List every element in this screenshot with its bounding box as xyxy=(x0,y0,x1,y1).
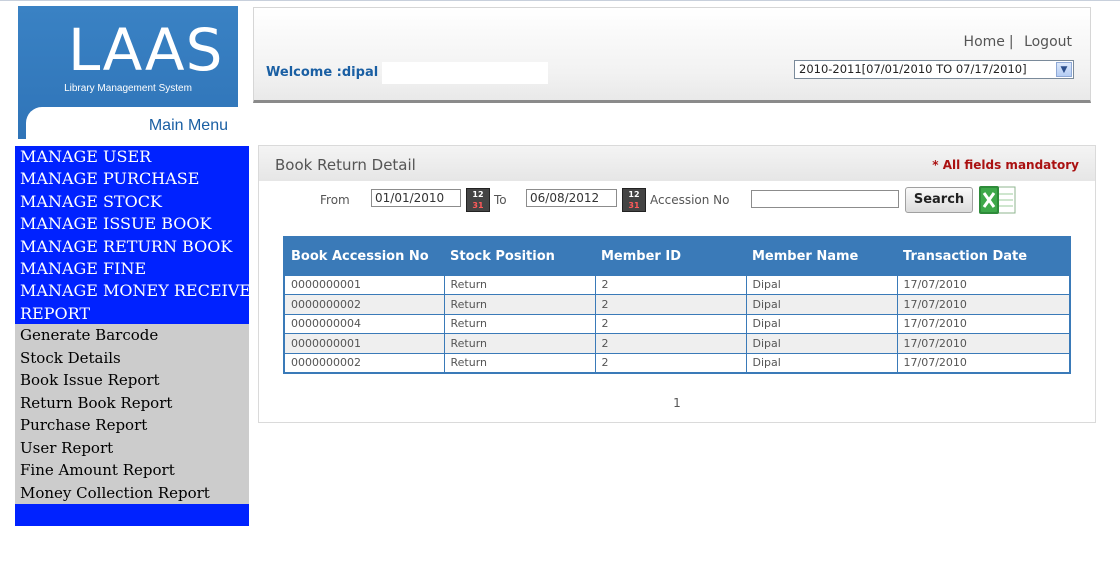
table-row: 0000000001 Return 2 Dipal 17/07/2010 xyxy=(283,333,1071,354)
calendar-icon[interactable]: 12 31 xyxy=(466,188,490,212)
main-menu-label: Main Menu xyxy=(26,107,238,139)
column-header: Member ID xyxy=(595,237,746,275)
table-row: 0000000004 Return 2 Dipal 17/07/2010 xyxy=(283,313,1071,335)
report-item-stock-details[interactable]: Stock Details xyxy=(15,347,249,370)
table-cell: 0000000002 xyxy=(283,352,445,374)
book-return-table: Book Accession No Stock Position Member … xyxy=(283,236,1071,374)
accession-no-input[interactable] xyxy=(751,190,899,208)
report-item-user-report[interactable]: User Report xyxy=(15,437,249,460)
column-header: Stock Position xyxy=(444,237,595,275)
table-cell: Dipal xyxy=(745,274,898,296)
table-cell: Dipal xyxy=(745,294,898,315)
report-item-generate-barcode[interactable]: Generate Barcode xyxy=(15,324,249,347)
sidebar-item-manage-money-receive[interactable]: MANAGE MONEY RECEIVE xyxy=(15,280,251,302)
from-label: From xyxy=(320,193,350,207)
chevron-down-icon[interactable]: ▼ xyxy=(1056,62,1072,77)
table-cell: 2 xyxy=(594,294,747,315)
table-header-row: Book Accession No Stock Position Member … xyxy=(284,237,1070,275)
report-item-fine-amount-report[interactable]: Fine Amount Report xyxy=(15,459,249,482)
column-header: Book Accession No xyxy=(284,237,444,275)
calendar-icon-bottom: 31 xyxy=(628,201,640,210)
table-cell: 2 xyxy=(594,274,747,296)
home-link[interactable]: Home xyxy=(964,34,1005,50)
logo-wordmark: LAAS xyxy=(68,16,224,84)
table-cell: Dipal xyxy=(745,313,898,335)
sidebar-item-manage-stock[interactable]: MANAGE STOCK xyxy=(15,191,249,213)
table-cell: 2 xyxy=(594,352,747,374)
sidebar-item-manage-user[interactable]: MANAGE USER xyxy=(15,146,249,168)
from-date-field[interactable]: 01/01/2010 xyxy=(371,189,461,207)
sidebar-item-report[interactable]: REPORT xyxy=(15,303,249,325)
to-label: To xyxy=(494,193,507,207)
excel-export-icon[interactable] xyxy=(977,185,1017,215)
table-cell: Dipal xyxy=(745,352,898,374)
table-cell: Dipal xyxy=(745,333,898,354)
nav-separator: | xyxy=(1008,34,1014,50)
table-cell: 17/07/2010 xyxy=(896,333,1071,354)
table-cell: 0000000001 xyxy=(283,274,445,296)
book-return-panel: Book Return Detail * All fields mandator… xyxy=(258,145,1096,423)
app-logo[interactable]: LAAS Library Management System Main Menu xyxy=(18,6,238,139)
table-cell: 17/07/2010 xyxy=(896,313,1071,335)
session-selected-value: 2010-2011[07/01/2010 TO 07/17/2010] xyxy=(799,62,1027,76)
report-item-book-issue-report[interactable]: Book Issue Report xyxy=(15,369,249,392)
table-cell: Return xyxy=(443,274,596,296)
table-cell: 0000000001 xyxy=(283,333,445,354)
welcome-message: Welcome :dipal xyxy=(266,65,379,80)
logout-link[interactable]: Logout xyxy=(1024,34,1072,50)
sidebar-main-menu: MANAGE USER MANAGE PURCHASE MANAGE STOCK… xyxy=(15,146,251,325)
table-cell: 17/07/2010 xyxy=(896,352,1071,374)
table-row: 0000000002 Return 2 Dipal 17/07/2010 xyxy=(283,294,1071,315)
search-button[interactable]: Search xyxy=(905,187,973,213)
logo-subtitle: Library Management System xyxy=(64,83,192,94)
calendar-icon[interactable]: 12 31 xyxy=(622,188,646,212)
sidebar-footer-bar xyxy=(15,504,249,526)
table-cell: 2 xyxy=(594,333,747,354)
table-cell: Return xyxy=(443,333,596,354)
welcome-highlight-box xyxy=(382,62,548,84)
sidebar-report-submenu: Generate Barcode Stock Details Book Issu… xyxy=(15,324,249,504)
report-item-return-book-report[interactable]: Return Book Report xyxy=(15,392,249,415)
accession-no-label: Accession No xyxy=(650,193,730,207)
report-item-purchase-report[interactable]: Purchase Report xyxy=(15,414,249,437)
table-row: 0000000002 Return 2 Dipal 17/07/2010 xyxy=(283,352,1071,374)
panel-header: Book Return Detail * All fields mandator… xyxy=(259,146,1095,181)
top-border-line xyxy=(0,0,1120,3)
sidebar-item-manage-fine[interactable]: MANAGE FINE xyxy=(15,258,249,280)
table-cell: 17/07/2010 xyxy=(896,294,1071,315)
sidebar-item-manage-return-book[interactable]: MANAGE RETURN BOOK xyxy=(15,236,249,258)
mandatory-note: * All fields mandatory xyxy=(932,158,1079,172)
page-number-link[interactable]: 1 xyxy=(673,396,681,410)
pagination: 1 xyxy=(259,396,1095,410)
column-header: Member Name xyxy=(746,237,897,275)
calendar-icon-top: 12 xyxy=(472,190,484,199)
report-item-money-collection-report[interactable]: Money Collection Report xyxy=(15,482,249,505)
table-cell: 0000000002 xyxy=(283,294,445,315)
table-cell: Return xyxy=(443,352,596,374)
table-cell: Return xyxy=(443,294,596,315)
to-date-field[interactable]: 06/08/2012 xyxy=(526,189,617,207)
table-cell: 2 xyxy=(594,313,747,335)
table-row: 0000000001 Return 2 Dipal 17/07/2010 xyxy=(283,274,1071,296)
column-header: Transaction Date xyxy=(897,237,1070,275)
sidebar-item-manage-purchase[interactable]: MANAGE PURCHASE xyxy=(15,168,249,190)
table-cell: 17/07/2010 xyxy=(896,274,1071,296)
page-title: Book Return Detail xyxy=(275,156,416,174)
top-nav-links: Home | Logout xyxy=(964,34,1072,50)
sidebar-item-manage-issue-book[interactable]: MANAGE ISSUE BOOK xyxy=(15,213,249,235)
page-header: Welcome :dipal Home | Logout 2010-2011[07… xyxy=(253,7,1091,103)
table-cell: 0000000004 xyxy=(283,313,445,335)
session-year-select[interactable]: 2010-2011[07/01/2010 TO 07/17/2010] ▼ xyxy=(794,60,1074,79)
table-cell: Return xyxy=(443,313,596,335)
calendar-icon-bottom: 31 xyxy=(472,201,484,210)
calendar-icon-top: 12 xyxy=(628,190,640,199)
